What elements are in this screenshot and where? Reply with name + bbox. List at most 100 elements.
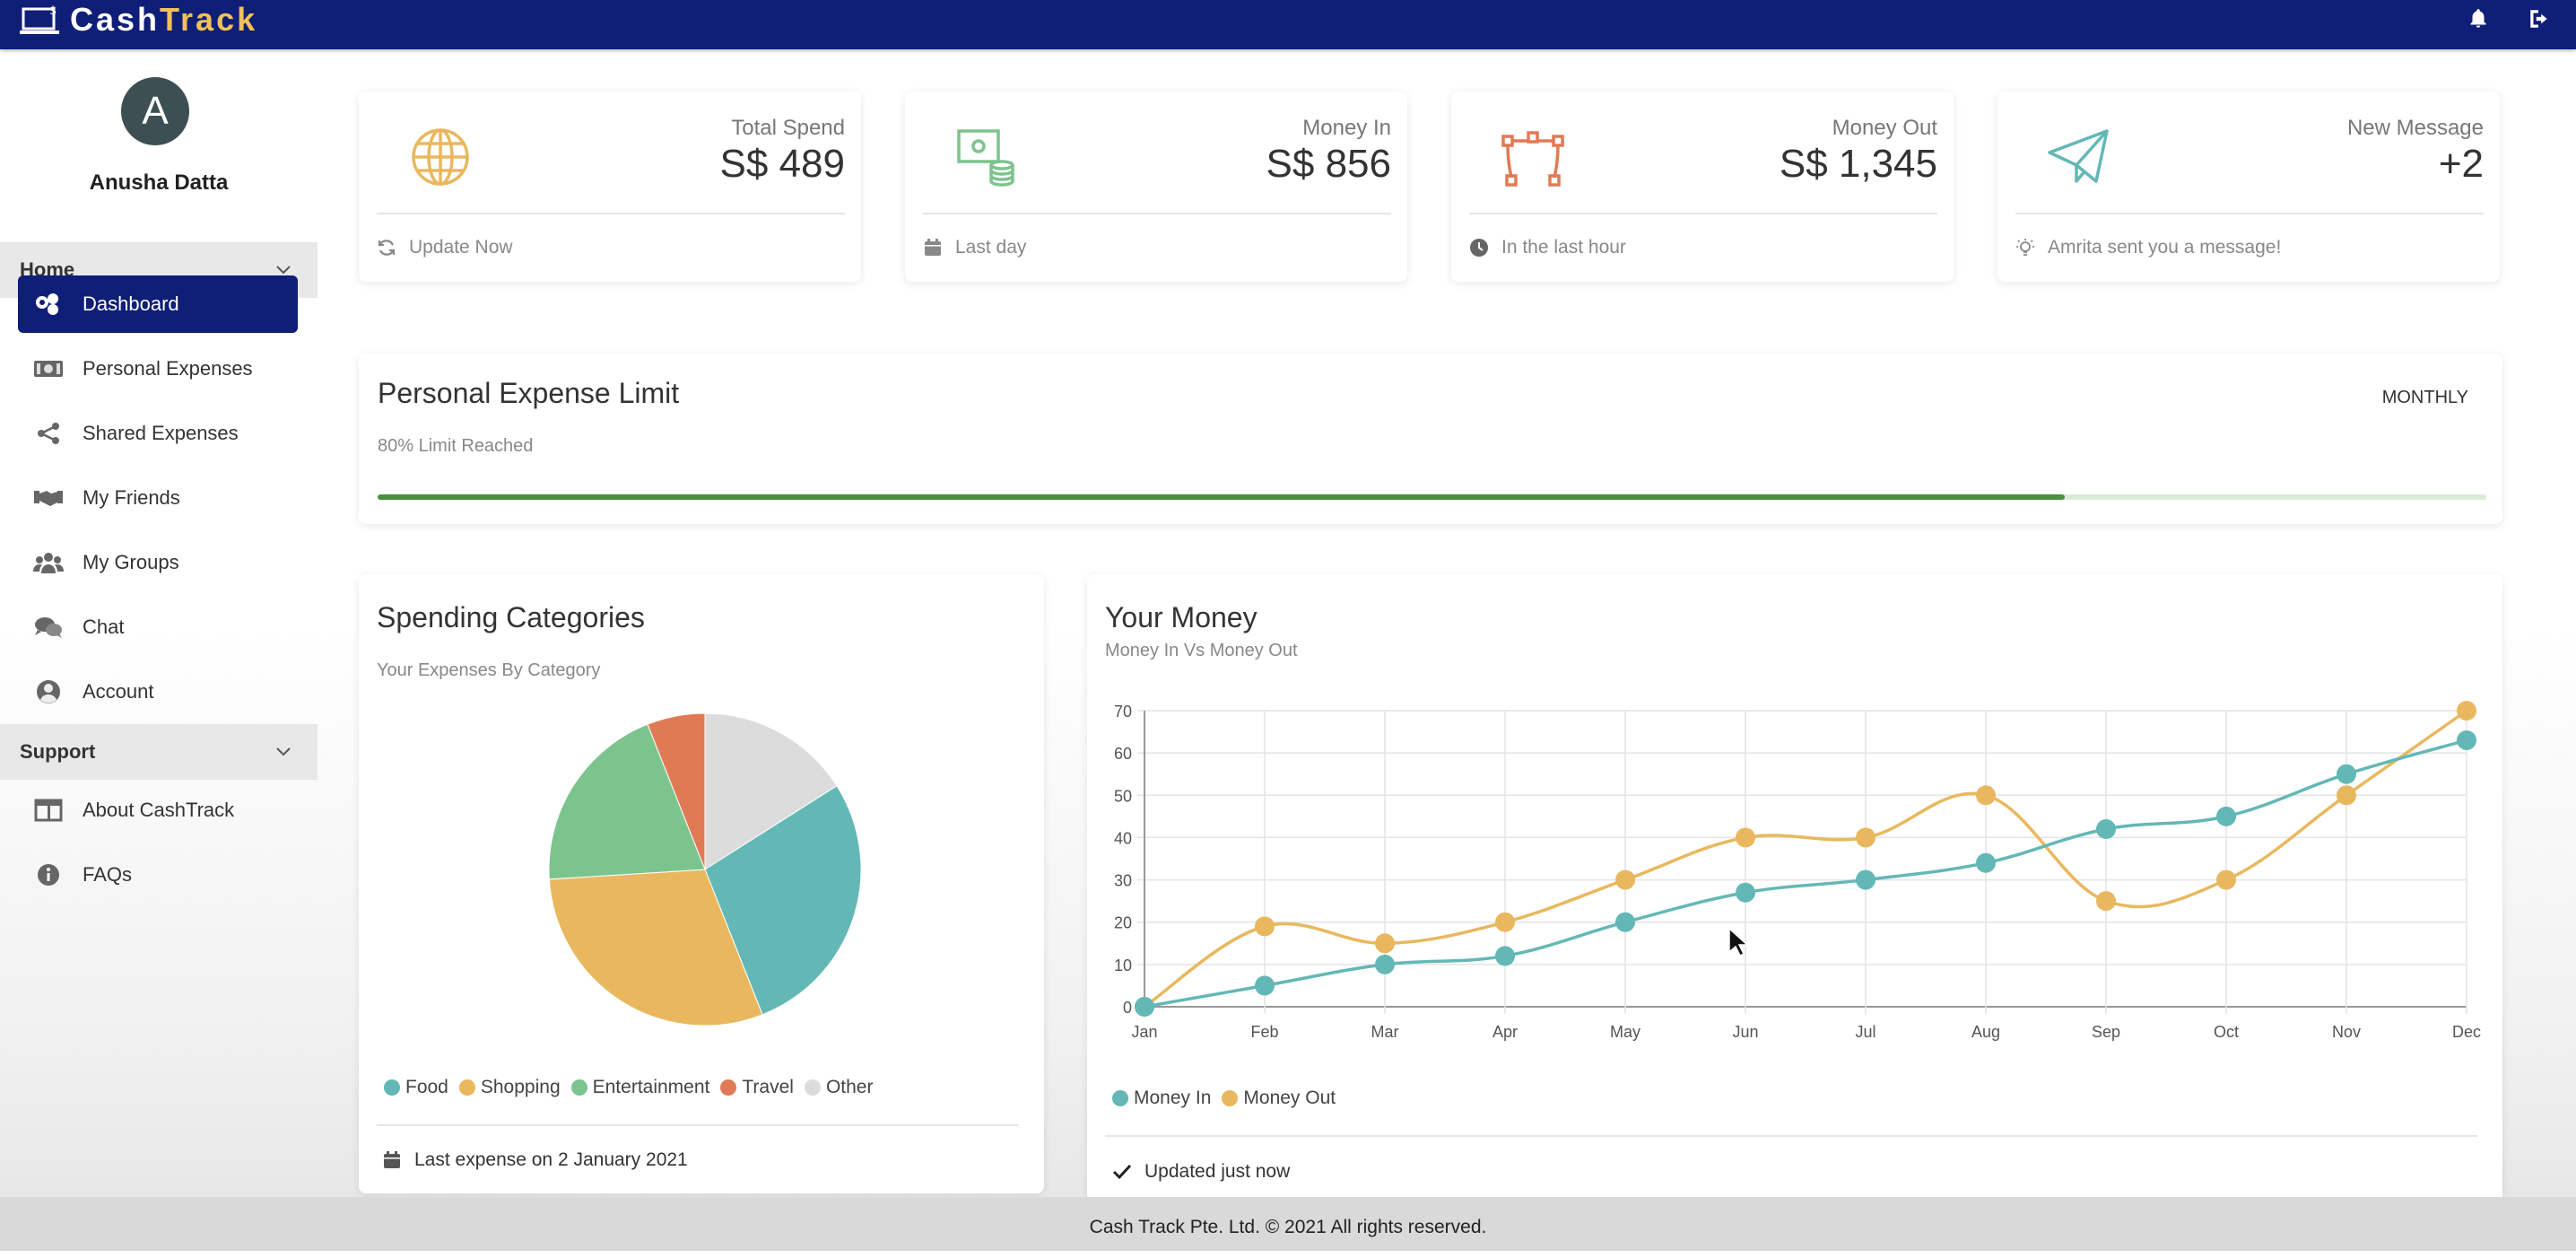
sidebar-item-my-friends[interactable]: My Friends xyxy=(18,469,298,527)
brand-name-part2: Track xyxy=(160,1,258,38)
y-tick-label: 60 xyxy=(1114,745,1132,763)
sidebar-item-personal-expenses[interactable]: Personal Expenses xyxy=(18,340,298,397)
legend-label: Shopping xyxy=(480,1077,561,1097)
data-point[interactable] xyxy=(1615,912,1635,932)
bezier-curve-icon xyxy=(1501,131,1564,187)
stat-label: Money In xyxy=(1302,116,1391,140)
stat-card-money-out: Money Out S$ 1,345 In the last hour xyxy=(1451,92,1954,282)
svg-text:$: $ xyxy=(49,4,57,18)
x-tick-label: Feb xyxy=(1250,1023,1278,1041)
limit-progress-bar xyxy=(378,494,2486,500)
data-point[interactable] xyxy=(1135,997,1154,1017)
data-point[interactable] xyxy=(1615,869,1635,890)
legend-item[interactable]: Money In xyxy=(1112,1088,1211,1109)
data-point[interactable] xyxy=(2096,891,2116,912)
x-tick-label: Mar xyxy=(1371,1023,1399,1041)
legend-label: Entertainment xyxy=(592,1077,710,1097)
card-footer: Updated just now xyxy=(1112,1161,1290,1183)
data-point[interactable] xyxy=(2216,806,2236,826)
bell-icon[interactable] xyxy=(2467,7,2490,31)
sidebar-item-chat[interactable]: Chat xyxy=(18,598,298,656)
stat-footer[interactable]: Update Now xyxy=(377,237,513,258)
calendar-icon xyxy=(925,239,941,256)
legend-swatch xyxy=(720,1079,737,1096)
x-tick-label: Sep xyxy=(2092,1023,2120,1041)
sidebar-item-dashboard[interactable]: Dashboard xyxy=(18,275,298,333)
data-point[interactable] xyxy=(2457,730,2476,750)
limit-period[interactable]: MONTHLY xyxy=(2382,388,2468,408)
avatar[interactable]: A xyxy=(121,77,189,145)
sidebar-section-support[interactable]: Support xyxy=(0,724,318,780)
data-point[interactable] xyxy=(1856,869,1875,890)
sidebar-item-shared-expenses[interactable]: Shared Expenses xyxy=(18,405,298,462)
sidebar-item-faqs[interactable]: FAQs xyxy=(18,846,298,904)
stat-footer-text: Update Now xyxy=(409,237,513,258)
sidebar: A Anusha Datta Home Dashboard Personal E… xyxy=(0,49,318,1197)
paper-plane-icon xyxy=(2048,129,2109,183)
columns-icon xyxy=(34,799,63,822)
legend-label: Money In xyxy=(1134,1088,1212,1108)
data-point[interactable] xyxy=(1255,975,1275,996)
legend-item[interactable]: Travel xyxy=(720,1077,794,1098)
data-point[interactable] xyxy=(2337,764,2356,784)
legend-item[interactable]: Other xyxy=(804,1077,874,1098)
stat-value: S$ 856 xyxy=(1266,142,1391,186)
legend-item[interactable]: Shopping xyxy=(458,1077,561,1098)
stat-footer: Last day xyxy=(923,237,1026,258)
card-subtitle: Money In Vs Money Out xyxy=(1105,641,1298,660)
stat-card-total-spend: Total Spend S$ 489 Update Now xyxy=(359,92,861,282)
data-point[interactable] xyxy=(1856,827,1875,848)
data-point[interactable] xyxy=(1495,946,1515,966)
sidebar-item-account[interactable]: Account xyxy=(18,663,298,721)
data-point[interactable] xyxy=(1375,933,1395,954)
data-point[interactable] xyxy=(1976,852,1996,873)
brand[interactable]: $ CashTrack xyxy=(20,1,258,38)
card-footer-text: Updated just now xyxy=(1144,1161,1291,1182)
stat-footer[interactable]: Amrita sent you a message! xyxy=(2015,237,2281,258)
legend-item[interactable]: Money Out xyxy=(1222,1088,1336,1109)
legend-label: Other xyxy=(825,1077,874,1097)
data-point[interactable] xyxy=(1976,785,1996,806)
data-point[interactable] xyxy=(1736,882,1755,903)
sidebar-item-my-groups[interactable]: My Groups xyxy=(18,534,298,591)
data-point[interactable] xyxy=(1255,916,1275,937)
stat-value: S$ 1,345 xyxy=(1779,142,1937,186)
x-tick-label: Jul xyxy=(1855,1023,1875,1041)
dashboard-icon xyxy=(36,293,58,315)
stat-value: +2 xyxy=(2438,142,2484,186)
card-title: Spending Categories xyxy=(377,601,645,633)
globe-icon xyxy=(412,128,469,186)
data-point[interactable] xyxy=(1375,954,1395,974)
users-icon xyxy=(33,553,64,573)
stat-footer: In the last hour xyxy=(1469,237,1626,258)
legend-swatch xyxy=(804,1079,821,1096)
share-icon xyxy=(38,423,59,444)
stat-footer-text: Last day xyxy=(955,237,1027,258)
sidebar-item-label: Chat xyxy=(83,616,125,638)
card-subtitle: 80% Limit Reached xyxy=(378,436,534,456)
data-point[interactable] xyxy=(2337,785,2356,806)
sidebar-item-about[interactable]: About CashTrack xyxy=(18,782,298,839)
data-point[interactable] xyxy=(2096,819,2116,839)
pie-legend: Food Shopping Entertainment Travel Other xyxy=(384,1077,883,1098)
x-tick-label: Nov xyxy=(2332,1023,2361,1041)
x-tick-label: Apr xyxy=(1493,1023,1518,1041)
data-point[interactable] xyxy=(2457,701,2476,721)
data-point[interactable] xyxy=(1495,912,1515,932)
x-tick-label: Oct xyxy=(2214,1023,2239,1041)
sign-out-icon[interactable] xyxy=(2528,7,2551,31)
legend-swatch xyxy=(1222,1090,1239,1106)
top-navbar: $ CashTrack xyxy=(0,0,2576,49)
x-tick-label: May xyxy=(1610,1023,1640,1041)
series-line-money-in xyxy=(1144,738,2467,1009)
data-point[interactable] xyxy=(2216,869,2236,890)
card-title: Your Money xyxy=(1105,601,1258,633)
stat-card-money-in: Money In S$ 856 Last day xyxy=(905,92,1407,282)
x-tick-label: Jan xyxy=(1131,1023,1157,1041)
data-point[interactable] xyxy=(1736,827,1755,848)
legend-item[interactable]: Entertainment xyxy=(570,1077,710,1098)
legend-item[interactable]: Food xyxy=(384,1077,448,1098)
x-tick-label: Aug xyxy=(1971,1023,2000,1041)
sidebar-item-label: Personal Expenses xyxy=(83,357,253,380)
sidebar-section-label: Support xyxy=(20,740,96,763)
